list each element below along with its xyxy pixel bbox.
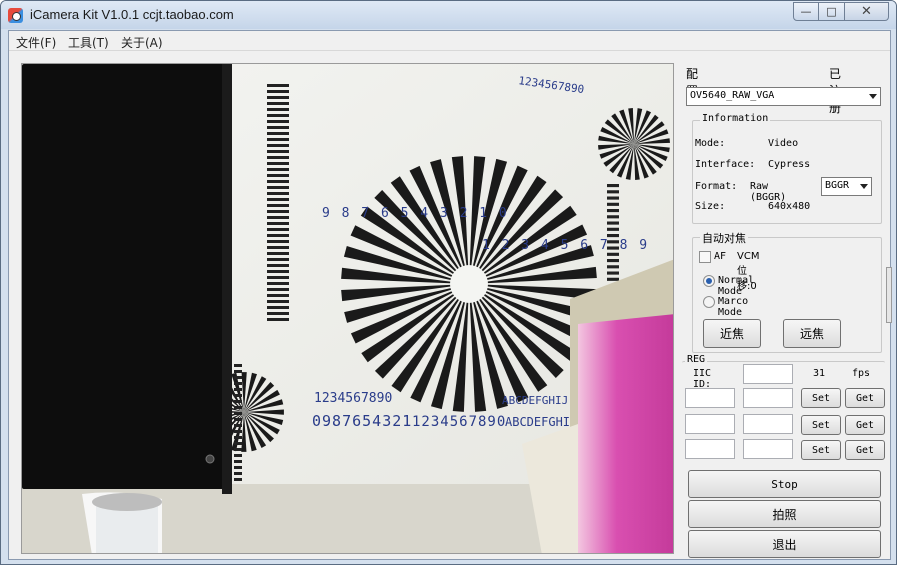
close-button[interactable]: ✕ [845, 2, 889, 21]
autofocus-title: 自动对焦 [700, 230, 748, 246]
fps-value: 31 [813, 368, 826, 379]
reg-get-button-1[interactable]: Get [845, 388, 885, 408]
marco-mode-radio[interactable] [703, 296, 715, 308]
interface-value: Cypress [768, 159, 811, 170]
iic-id-input[interactable] [743, 364, 793, 384]
normal-mode-label: Normal Mode [718, 275, 755, 297]
iic-id-label: IIC ID: [693, 368, 712, 390]
bayer-select[interactable]: BGGR [821, 177, 872, 196]
wheel-numbers-left: 9 8 7 6 5 4 3 2 1 0 [322, 206, 509, 221]
client-area: 文件(F) 工具(T) 关于(A) 9 8 7 6 5 4 3 2 1 0 1 … [8, 30, 892, 560]
reg-value-input-1[interactable] [743, 388, 793, 408]
exit-button[interactable]: 退出 [688, 530, 881, 558]
interface-label: Interface: [695, 159, 756, 170]
minimize-icon: — [800, 5, 812, 18]
bottom-numbers: 1234567890 [412, 414, 506, 430]
menu-tools[interactable]: 工具(T) [68, 34, 109, 51]
title-bar[interactable]: iCamera Kit V1.0.1 ccjt.taobao.com — □ ✕ [1, 1, 896, 29]
left-numbers-mirror: 1234567890 [314, 391, 392, 406]
af-label: AF [714, 251, 727, 262]
reg-address-input-2[interactable] [685, 414, 735, 434]
menu-about[interactable]: 关于(A) [121, 34, 163, 51]
mode-label: Mode: [695, 138, 726, 149]
config-profile-select[interactable]: OV5640_RAW_VGA [686, 87, 881, 106]
mode-value: Video [768, 138, 799, 149]
reg-set-button-2[interactable]: Set [801, 415, 841, 435]
camera-app-icon [8, 8, 23, 23]
preview-frame-image: 9 8 7 6 5 4 3 2 1 0 1 2 3 4 5 6 7 8 9 12… [22, 64, 673, 553]
menu-bar: 文件(F) 工具(T) 关于(A) [9, 31, 890, 51]
bayer-value: BGGR [825, 180, 850, 191]
reg-address-input-3[interactable] [685, 439, 735, 459]
bottom-letters-2: ABCDEFGHIJ [505, 415, 577, 429]
reg-title: REG [685, 354, 708, 365]
normal-mode-radio[interactable] [703, 275, 715, 287]
chevron-down-icon [869, 94, 877, 99]
af-checkbox[interactable] [699, 251, 711, 263]
information-title: Information [700, 113, 771, 124]
close-icon: ✕ [861, 4, 872, 19]
reg-value-input-3[interactable] [743, 439, 793, 459]
panel-resize-grip[interactable] [886, 267, 892, 323]
bottom-letters: ABCDEFGHIJ [502, 394, 568, 407]
format-value: Raw (BGGR) [750, 181, 787, 203]
left-numbers-flip: 0987654321 [312, 412, 412, 430]
maximize-icon: □ [826, 5, 837, 18]
chevron-down-icon [860, 184, 868, 189]
reg-address-input-1[interactable] [685, 388, 735, 408]
reg-get-button-2[interactable]: Get [845, 415, 885, 435]
reg-value-input-2[interactable] [743, 414, 793, 434]
size-value: 640x480 [768, 201, 811, 212]
near-focus-button[interactable]: 近焦 [703, 319, 761, 348]
window-title: iCamera Kit V1.0.1 ccjt.taobao.com [30, 7, 234, 22]
capture-button[interactable]: 拍照 [688, 500, 881, 528]
reg-get-button-3[interactable]: Get [845, 440, 885, 460]
app-window: iCamera Kit V1.0.1 ccjt.taobao.com — □ ✕… [0, 0, 897, 565]
menu-file[interactable]: 文件(F) [16, 34, 56, 51]
wheel-numbers-right: 1 2 3 4 5 6 7 8 9 [482, 238, 649, 253]
reg-set-button-3[interactable]: Set [801, 440, 841, 460]
stop-button[interactable]: Stop [688, 470, 881, 498]
size-label: Size: [695, 201, 726, 212]
format-label: Format: [695, 181, 738, 192]
minimize-button[interactable]: — [793, 2, 819, 21]
fps-unit: fps [852, 368, 871, 379]
far-focus-button[interactable]: 远焦 [783, 319, 841, 348]
marco-mode-label: Marco Mode [718, 296, 749, 318]
config-profile-value: OV5640_RAW_VGA [690, 90, 775, 101]
maximize-button[interactable]: □ [819, 2, 845, 21]
camera-preview: 9 8 7 6 5 4 3 2 1 0 1 2 3 4 5 6 7 8 9 12… [21, 63, 674, 554]
reg-set-button-1[interactable]: Set [801, 388, 841, 408]
